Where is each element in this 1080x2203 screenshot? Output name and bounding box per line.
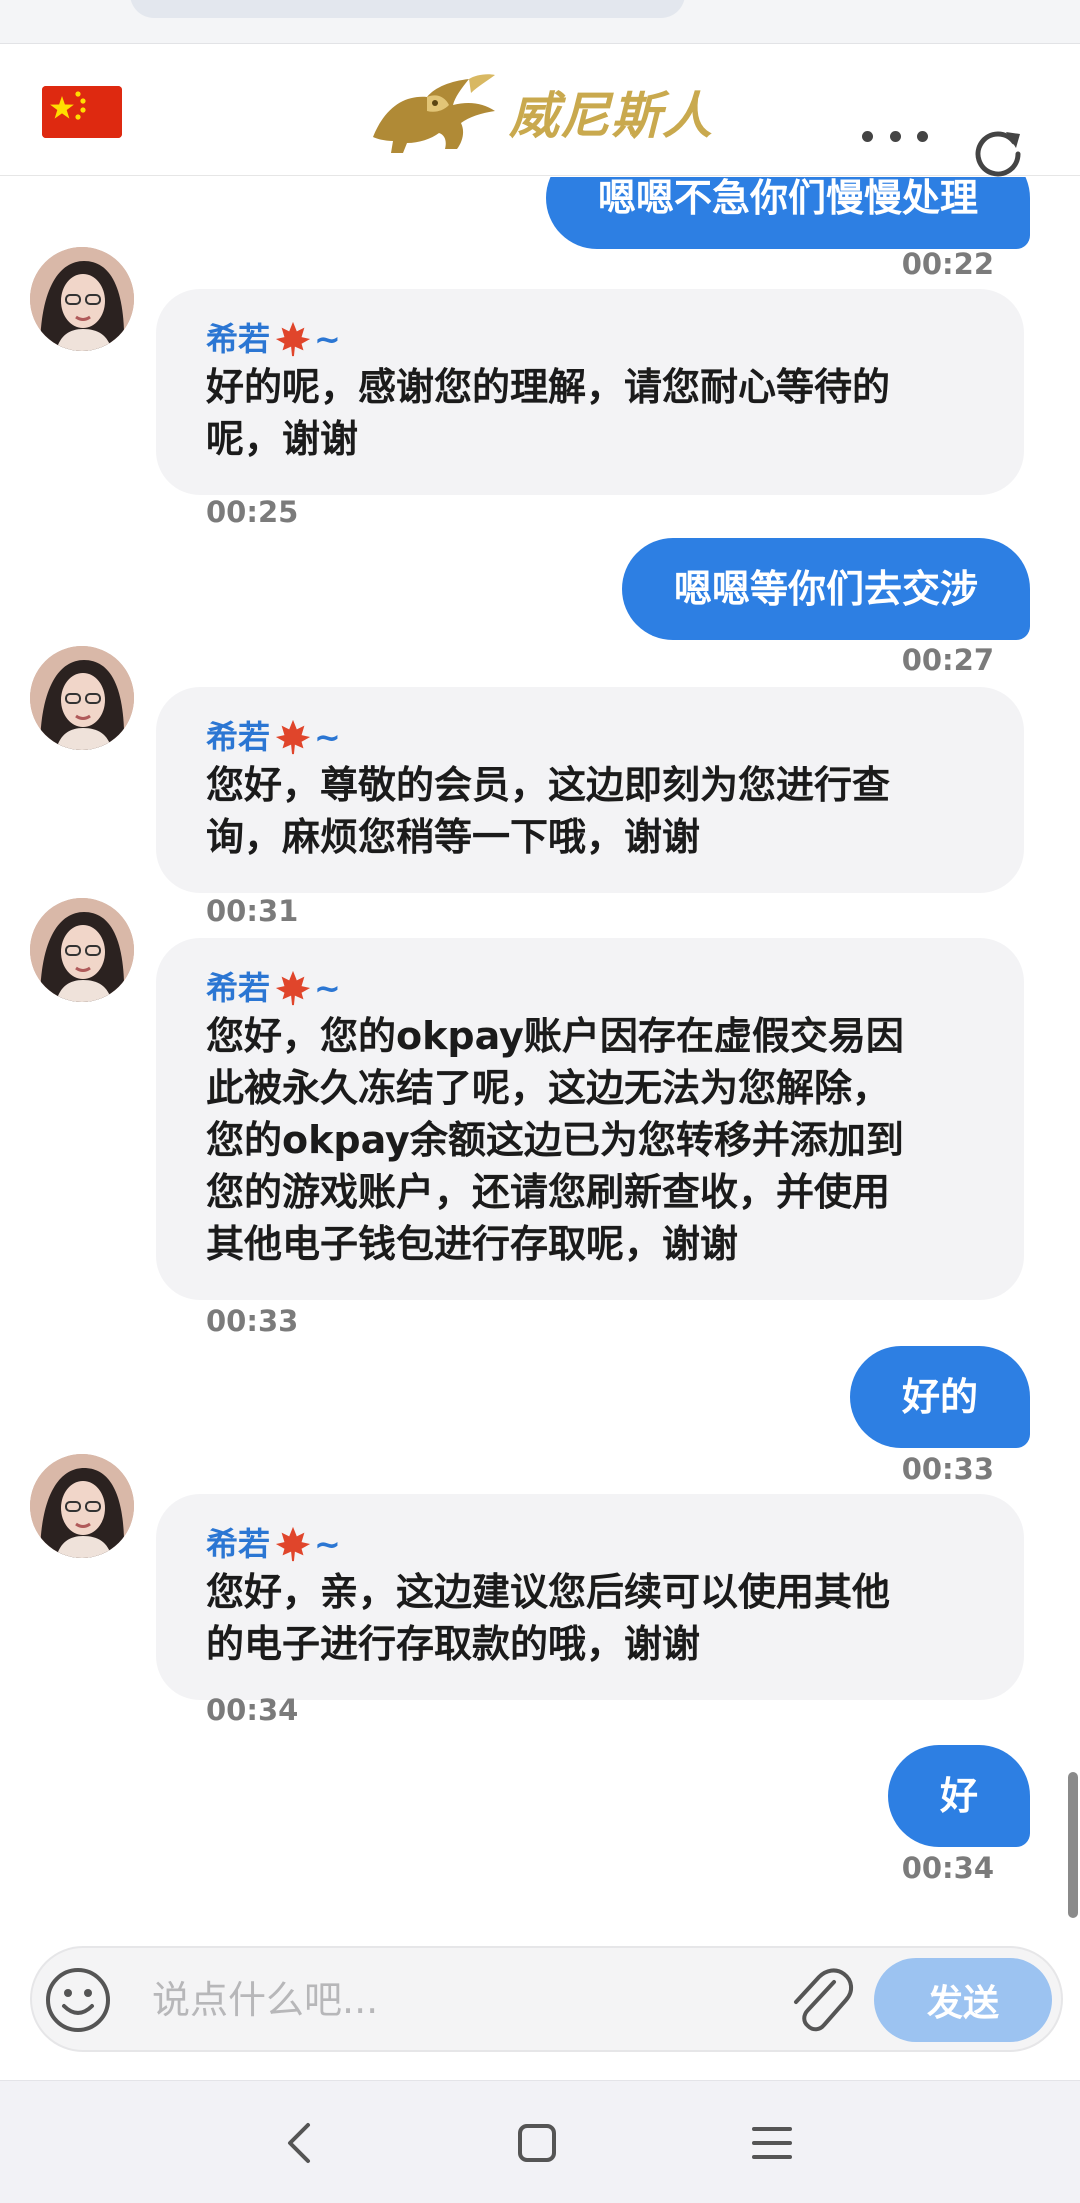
winged-lion-icon: [373, 74, 495, 153]
agent-name: 希若 ~: [206, 718, 341, 756]
agent-name: 希若 ~: [206, 320, 341, 358]
agent-avatar[interactable]: [30, 247, 134, 351]
maple-leaf-icon: [275, 1526, 311, 1562]
incoming-message-bubble[interactable]: 希若 ~ 好的呢，感谢您的理解，请您耐心等待的 呢，谢谢: [156, 289, 1024, 495]
message-timestamp: 00:31: [206, 894, 299, 928]
agent-name: 希若 ~: [206, 1525, 341, 1563]
agent-avatar[interactable]: [30, 646, 134, 750]
outgoing-message-bubble[interactable]: 嗯嗯不急你们慢慢处理: [545, 177, 1030, 249]
message-timestamp: 00:33: [206, 1304, 299, 1338]
incoming-message-bubble[interactable]: 希若 ~ 您好，亲，这边建议您后续可以使用其他 的电子进行存取款的哦，谢谢: [156, 1494, 1024, 1700]
maple-leaf-icon: [275, 321, 311, 357]
chat-header: 威尼斯人: [0, 44, 1080, 177]
message-composer: 发送: [30, 1946, 1063, 2052]
logo-text: 威尼斯人: [509, 86, 713, 145]
message-text: 好的: [901, 1375, 978, 1419]
maple-leaf-icon: [275, 970, 311, 1006]
china-flag-icon[interactable]: [42, 86, 122, 138]
message-text: 好的呢，感谢您的理解，请您耐心等待的 呢，谢谢: [206, 365, 891, 461]
outgoing-message-bubble[interactable]: 嗯嗯等你们去交涉: [621, 538, 1030, 640]
refresh-icon[interactable]: [970, 124, 1026, 180]
emoji-icon[interactable]: [44, 1966, 112, 2034]
message-timestamp: 00:34: [206, 1693, 299, 1727]
paperclip-icon[interactable]: [784, 1962, 856, 2038]
incoming-message-bubble[interactable]: 希若 ~ 您好，您的okpay账户因存在虚假交易因 此被永久冻结了呢，这边无法为…: [156, 938, 1024, 1300]
more-dots-icon[interactable]: [862, 126, 928, 146]
message-text: 好: [939, 1774, 978, 1818]
message-input[interactable]: [152, 1968, 792, 2032]
message-timestamp: 00:33: [901, 1452, 994, 1486]
send-button[interactable]: 发送: [874, 1958, 1052, 2042]
message-text: 您好，亲，这边建议您后续可以使用其他 的电子进行存取款的哦，谢谢: [206, 1570, 891, 1666]
browser-url-bar[interactable]: [130, 0, 685, 18]
outgoing-message-bubble[interactable]: 好: [887, 1745, 1030, 1847]
message-text: 您好，您的okpay账户因存在虚假交易因 此被永久冻结了呢，这边无法为您解除， …: [206, 1014, 904, 1266]
maple-leaf-icon: [275, 719, 311, 755]
message-text: 嗯嗯不急你们慢慢处理: [597, 177, 978, 220]
system-navigation-bar: [0, 2080, 1080, 2203]
message-timestamp: 00:25: [206, 495, 299, 529]
message-text: 您好，尊敬的会员，这边即刻为您进行查 询，麻烦您稍等一下哦，谢谢: [206, 763, 891, 859]
agent-avatar[interactable]: [30, 898, 134, 1002]
message-timestamp: 00:34: [901, 1851, 994, 1885]
outgoing-message-bubble[interactable]: 好的: [849, 1346, 1030, 1448]
chat-message-list[interactable]: 嗯嗯不急你们慢慢处理 00:22 希若 ~ 好的呢，感谢您的理解，请您耐心等待的…: [0, 177, 1080, 1935]
back-icon[interactable]: [268, 2111, 332, 2175]
browser-chrome: [0, 0, 1080, 44]
recent-apps-icon[interactable]: [740, 2111, 804, 2175]
agent-name: 希若 ~: [206, 969, 341, 1007]
home-icon[interactable]: [505, 2111, 569, 2175]
incoming-message-bubble[interactable]: 希若 ~ 您好，尊敬的会员，这边即刻为您进行查 询，麻烦您稍等一下哦，谢谢: [156, 687, 1024, 893]
message-timestamp: 00:22: [901, 247, 994, 281]
agent-avatar[interactable]: [30, 1454, 134, 1558]
chat-scrollbar[interactable]: [1068, 1772, 1078, 1918]
message-timestamp: 00:27: [901, 643, 994, 677]
brand-logo: 威尼斯人: [365, 64, 725, 160]
message-text: 嗯嗯等你们去交涉: [673, 567, 978, 611]
